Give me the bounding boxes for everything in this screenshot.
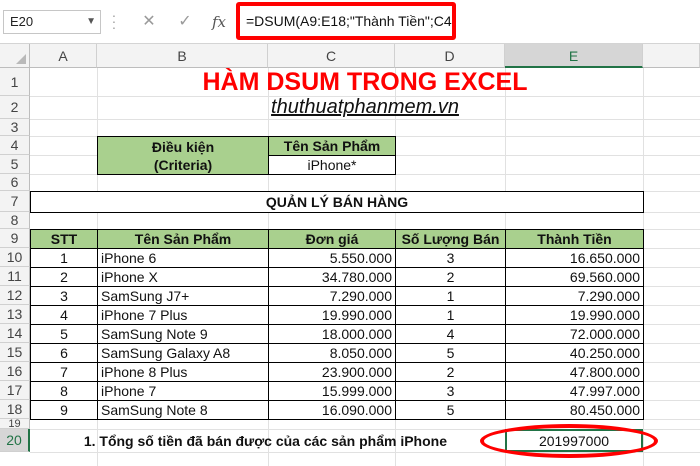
cell-quantity[interactable]: 3 — [395, 381, 506, 401]
cell-price[interactable]: 5.550.000 — [268, 248, 396, 268]
highlight-oval — [480, 424, 658, 458]
cell-amount[interactable]: 47.800.000 — [505, 362, 644, 382]
row-header-20[interactable]: 20 — [0, 429, 30, 452]
cell-product[interactable]: iPhone X — [97, 267, 269, 287]
cell-price[interactable]: 7.290.000 — [268, 286, 396, 306]
cancel-icon[interactable]: ✕ — [136, 10, 162, 34]
row-header-2[interactable]: 2 — [0, 96, 30, 119]
table-title[interactable]: QUẢN LÝ BÁN HÀNG — [30, 191, 644, 213]
cell-product[interactable]: SamSung Galaxy A8 — [97, 343, 269, 363]
row-header-11[interactable]: 11 — [0, 267, 30, 286]
row-header-7[interactable]: 7 — [0, 191, 30, 212]
sheet-subtitle[interactable]: thuthuatphanmem.vn — [30, 96, 700, 119]
cell-stt[interactable]: 7 — [30, 362, 98, 382]
row-header-6[interactable]: 6 — [0, 174, 30, 191]
cell-stt[interactable]: 6 — [30, 343, 98, 363]
cell-product[interactable]: iPhone 6 — [97, 248, 269, 268]
column-header-e[interactable]: E — [505, 44, 643, 68]
criteria-label-cell[interactable]: Điều kiện (Criteria) — [97, 136, 269, 175]
column-header-d[interactable]: D — [395, 44, 505, 68]
column-header-b[interactable]: B — [97, 44, 268, 68]
cell-product[interactable]: SamSung Note 8 — [97, 400, 269, 420]
cell-stt[interactable]: 1 — [30, 248, 98, 268]
criteria-label-line1: Điều kiện — [151, 138, 215, 155]
row-header-15[interactable]: 15 — [0, 343, 30, 362]
row-header-8[interactable]: 8 — [0, 212, 30, 229]
column-header-a[interactable]: A — [30, 44, 97, 68]
row-header-19[interactable]: 19 — [0, 419, 30, 430]
row-header-9[interactable]: 9 — [0, 229, 30, 248]
cell-amount[interactable]: 72.000.000 — [505, 324, 644, 344]
cell-product[interactable]: SamSung J7+ — [97, 286, 269, 306]
cell-stt[interactable]: 4 — [30, 305, 98, 325]
chevron-down-icon[interactable]: ▼ — [86, 11, 96, 33]
cell-stt[interactable]: 2 — [30, 267, 98, 287]
cell-product[interactable]: iPhone 7 — [97, 381, 269, 401]
cell-stt[interactable]: 5 — [30, 324, 98, 344]
cell-quantity[interactable]: 5 — [395, 343, 506, 363]
cell-amount[interactable]: 19.990.000 — [505, 305, 644, 325]
row-header-16[interactable]: 16 — [0, 362, 30, 381]
enter-icon[interactable]: ✓ — [172, 10, 198, 34]
cell-stt[interactable]: 9 — [30, 400, 98, 420]
row-header-14[interactable]: 14 — [0, 324, 30, 343]
row-header-13[interactable]: 13 — [0, 305, 30, 324]
drag-handle-icon[interactable]: · · · — [111, 8, 117, 34]
name-box-value: E20 — [10, 14, 34, 29]
row-header-5[interactable]: 5 — [0, 155, 30, 174]
name-box[interactable]: E20 ▼ — [3, 10, 101, 34]
cell-amount[interactable]: 40.250.000 — [505, 343, 644, 363]
table-header-stt[interactable]: STT — [30, 229, 98, 249]
cell-amount[interactable]: 69.560.000 — [505, 267, 644, 287]
cell-quantity[interactable]: 1 — [395, 305, 506, 325]
cell-quantity[interactable]: 2 — [395, 267, 506, 287]
cell-product[interactable]: iPhone 8 Plus — [97, 362, 269, 382]
cell-price[interactable]: 19.990.000 — [268, 305, 396, 325]
table-header-price[interactable]: Đơn giá — [268, 229, 396, 249]
cell-stt[interactable]: 8 — [30, 381, 98, 401]
table-header-amount[interactable]: Thành Tiền — [505, 229, 644, 249]
column-header-c[interactable]: C — [268, 44, 395, 68]
cell-price[interactable]: 23.900.000 — [268, 362, 396, 382]
row-header-10[interactable]: 10 — [0, 248, 30, 267]
cell-price[interactable]: 15.999.000 — [268, 381, 396, 401]
sheet-title[interactable]: HÀM DSUM TRONG EXCEL — [30, 68, 700, 96]
cell-price[interactable]: 8.050.000 — [268, 343, 396, 363]
row-header-1[interactable]: 1 — [0, 68, 30, 96]
row-header-3[interactable]: 3 — [0, 119, 30, 136]
question-cell[interactable]: 1. Tổng số tiền đã bán được của các sản … — [30, 429, 505, 452]
criteria-label-line2: (Criteria) — [153, 156, 213, 173]
cell-price[interactable]: 16.090.000 — [268, 400, 396, 420]
cell-quantity[interactable]: 5 — [395, 400, 506, 420]
criteria-value-cell[interactable]: iPhone* — [268, 155, 396, 175]
cell-quantity[interactable]: 3 — [395, 248, 506, 268]
row-header-17[interactable]: 17 — [0, 381, 30, 400]
table-header-product[interactable]: Tên Sản Phẩm — [97, 229, 269, 249]
row-header-12[interactable]: 12 — [0, 286, 30, 305]
table-header-quantity[interactable]: Số Lượng Bán — [395, 229, 506, 249]
cell-product[interactable]: SamSung Note 9 — [97, 324, 269, 344]
cell-amount[interactable]: 47.997.000 — [505, 381, 644, 401]
cell-product[interactable]: iPhone 7 Plus — [97, 305, 269, 325]
column-header-f[interactable] — [643, 44, 700, 68]
cell-amount[interactable]: 80.450.000 — [505, 400, 644, 420]
criteria-header-cell[interactable]: Tên Sản Phẩm — [268, 136, 396, 156]
cell-stt[interactable]: 3 — [30, 286, 98, 306]
cell-amount[interactable]: 7.290.000 — [505, 286, 644, 306]
cell-amount[interactable]: 16.650.000 — [505, 248, 644, 268]
cell-price[interactable]: 34.780.000 — [268, 267, 396, 287]
row-header-18[interactable]: 18 — [0, 400, 30, 419]
cell-price[interactable]: 18.000.000 — [268, 324, 396, 344]
insert-function-button[interactable]: fx — [206, 10, 232, 34]
gridline — [30, 119, 700, 120]
select-all-button[interactable] — [0, 44, 30, 68]
formula-input[interactable]: =DSUM(A9:E18;"Thành Tiền";C4:C5) — [236, 2, 456, 40]
row-header-4[interactable]: 4 — [0, 136, 30, 155]
cell-quantity[interactable]: 2 — [395, 362, 506, 382]
cell-quantity[interactable]: 1 — [395, 286, 506, 306]
cell-quantity[interactable]: 4 — [395, 324, 506, 344]
